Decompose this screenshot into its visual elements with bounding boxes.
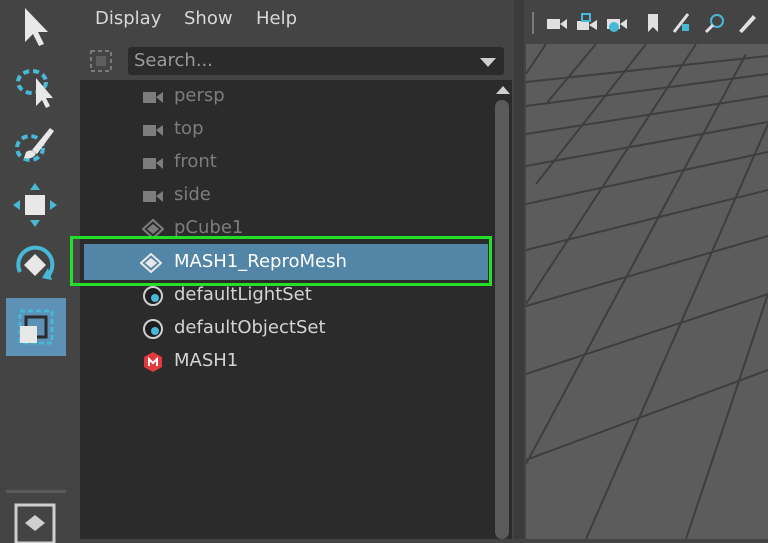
list-item-label: pCube1 bbox=[174, 217, 244, 238]
bookmark-icon[interactable] bbox=[642, 12, 664, 34]
camera-icon bbox=[143, 92, 163, 103]
list-item-label: MASH1 bbox=[174, 350, 239, 371]
list-item-label: front bbox=[174, 151, 217, 172]
set-icon bbox=[143, 286, 163, 306]
grease-pencil-icon[interactable] bbox=[736, 12, 758, 34]
lasso-select-icon bbox=[16, 69, 53, 108]
scroll-up-arrow-icon[interactable] bbox=[496, 86, 510, 94]
list-item-selected[interactable]: MASH1_ReproMesh bbox=[84, 244, 488, 280]
list-item-label: persp bbox=[174, 85, 225, 106]
camera-lock-icon[interactable] bbox=[576, 12, 598, 34]
list-item[interactable]: side bbox=[80, 179, 492, 212]
menu-show[interactable]: Show bbox=[184, 8, 233, 29]
chevron-down-icon[interactable] bbox=[480, 58, 496, 67]
lasso-tool[interactable] bbox=[4, 58, 66, 112]
outliner-scrollbar[interactable] bbox=[492, 80, 512, 539]
select-tool[interactable] bbox=[4, 0, 66, 54]
mesh-display-icon bbox=[14, 503, 56, 543]
rotate-tool[interactable] bbox=[4, 238, 66, 292]
camera-attributes-icon[interactable] bbox=[606, 12, 628, 34]
outliner-panel: Display Show Help Search... persp top fr… bbox=[78, 0, 514, 539]
outliner-menubar: Display Show Help bbox=[78, 0, 514, 40]
last-tool[interactable] bbox=[4, 500, 66, 543]
camera-icon bbox=[143, 158, 163, 169]
list-item-label: side bbox=[174, 184, 211, 205]
paint-select-tool[interactable] bbox=[4, 118, 66, 172]
mash-icon bbox=[144, 352, 162, 372]
2d-pan-zoom-icon[interactable] bbox=[704, 12, 726, 34]
menu-help[interactable]: Help bbox=[256, 8, 297, 29]
viewport-toolbar bbox=[524, 0, 768, 44]
paint-select-icon bbox=[15, 128, 54, 162]
search-placeholder: Search... bbox=[134, 50, 214, 71]
viewport-grid[interactable] bbox=[526, 44, 768, 539]
list-item[interactable]: persp bbox=[80, 80, 492, 113]
filter-icon[interactable] bbox=[88, 48, 114, 74]
list-item-label: defaultObjectSet bbox=[174, 317, 326, 338]
list-item[interactable]: top bbox=[80, 113, 492, 146]
search-row: Search... bbox=[78, 44, 514, 78]
list-item-label: MASH1_ReproMesh bbox=[174, 251, 347, 272]
camera-icon bbox=[143, 191, 163, 202]
move-tool-icon bbox=[13, 183, 57, 227]
scroll-thumb[interactable] bbox=[495, 100, 509, 539]
toolbar-grip-icon bbox=[532, 12, 534, 34]
list-item[interactable]: defaultObjectSet bbox=[80, 312, 492, 345]
list-item-label: defaultLightSet bbox=[174, 284, 312, 305]
mesh-icon bbox=[140, 253, 162, 273]
image-plane-icon[interactable] bbox=[670, 12, 692, 34]
set-icon bbox=[143, 319, 163, 339]
move-tool[interactable] bbox=[4, 178, 66, 232]
camera-icon[interactable] bbox=[546, 12, 568, 34]
panel-divider[interactable] bbox=[514, 0, 524, 539]
scale-tool-icon bbox=[18, 309, 54, 345]
scale-tool[interactable] bbox=[6, 298, 66, 356]
select-arrow-icon bbox=[25, 8, 48, 46]
toolbox bbox=[0, 0, 70, 543]
list-item[interactable]: pCube1 bbox=[80, 212, 492, 245]
toolbox-separator bbox=[6, 490, 66, 493]
menu-display[interactable]: Display bbox=[95, 8, 161, 29]
viewport-panel bbox=[524, 0, 768, 539]
list-item[interactable]: MASH1 bbox=[80, 345, 492, 378]
list-item[interactable]: front bbox=[80, 146, 492, 179]
rotate-tool-icon bbox=[16, 245, 55, 280]
mesh-icon bbox=[142, 219, 164, 239]
outliner-list: persp top front side pCube1 MASH1_ReproM… bbox=[80, 80, 492, 539]
camera-icon bbox=[143, 125, 163, 136]
list-item[interactable]: defaultLightSet bbox=[80, 279, 492, 312]
list-item-label: top bbox=[174, 118, 204, 139]
search-input[interactable]: Search... bbox=[128, 47, 504, 75]
